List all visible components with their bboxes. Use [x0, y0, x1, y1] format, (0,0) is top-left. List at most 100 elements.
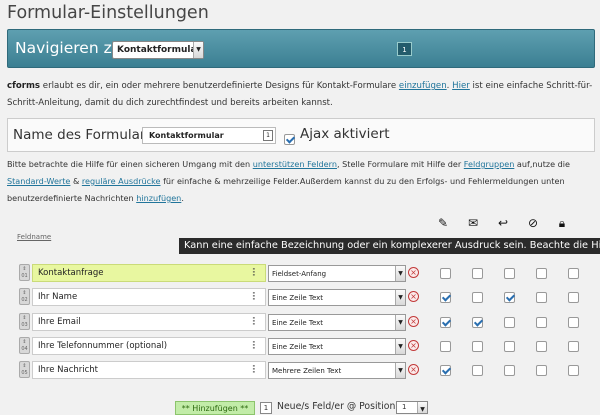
navigation-label: Navigieren zu: [15, 39, 122, 57]
delete-field-icon[interactable]: ×: [408, 340, 419, 351]
fieldgroups-link[interactable]: Feldgruppen: [464, 159, 515, 169]
chevron-down-icon: ▼: [395, 290, 405, 305]
field-option-checkbox[interactable]: [504, 317, 515, 328]
field-settings-icon[interactable]: ⫶⫶: [252, 339, 255, 353]
field-option-checkbox[interactable]: [440, 365, 451, 376]
drag-handle[interactable]: ⇕ 02: [19, 288, 30, 305]
field-type-value: Fieldset-Anfang: [272, 270, 327, 278]
field-number: 05: [21, 370, 28, 376]
form-name-bar: Name des Formulars Kontaktformular 1 Aja…: [7, 118, 595, 152]
field-option-checkbox[interactable]: [536, 268, 547, 279]
chevron-down-icon: ▼: [395, 315, 405, 330]
ajax-checkbox[interactable]: [284, 134, 295, 145]
nav-counter-badge[interactable]: 1: [397, 42, 412, 56]
navigation-bar: Navigieren zu Kontaktformular ▼ 1: [7, 29, 595, 68]
field-option-checkbox[interactable]: [472, 317, 483, 328]
drag-handle[interactable]: ⇕ 05: [19, 361, 30, 378]
field-option-checkbox[interactable]: [504, 341, 515, 352]
field-type-select[interactable]: Fieldset-Anfang ▼: [268, 265, 406, 282]
field-option-checkbox[interactable]: [504, 268, 515, 279]
field-row: ⇕ 03 Ihre Email ⫶⫶ Eine Zeile Text ▼ ×: [16, 313, 596, 333]
feldname-column-header[interactable]: Feldname: [17, 233, 51, 241]
field-label-input[interactable]: Ihre Email: [32, 313, 266, 331]
page-title: Formular-Einstellungen: [7, 3, 209, 23]
add-field-button[interactable]: ** Hinzufügen **: [175, 401, 255, 415]
field-option-checkbox[interactable]: [568, 292, 579, 303]
drag-handle[interactable]: ⇕ 03: [19, 313, 30, 330]
field-label-input[interactable]: Ihr Name: [32, 288, 266, 306]
field-row: ⇕ 01 Kontaktanfrage ⫶⫶ Fieldset-Anfang ▼ ×: [16, 264, 596, 284]
supported-fields-link[interactable]: unterstützen Feldern: [253, 159, 337, 169]
chevron-down-icon: ▼: [395, 339, 405, 354]
field-type-value: Mehrere Zeilen Text: [272, 367, 342, 375]
field-settings-icon[interactable]: ⫶⫶: [252, 290, 255, 304]
regex-link[interactable]: reguläre Ausdrücke: [82, 176, 161, 186]
field-type-select[interactable]: Eine Zeile Text ▼: [268, 338, 406, 355]
field-option-checkbox[interactable]: [504, 365, 515, 376]
field-option-checkbox[interactable]: [536, 365, 547, 376]
delete-field-icon[interactable]: ×: [408, 364, 419, 375]
envelope-icon[interactable]: ✉: [466, 216, 480, 230]
field-number: 01: [21, 273, 28, 279]
field-option-checkbox[interactable]: [568, 268, 579, 279]
field-option-checkbox[interactable]: [440, 317, 451, 328]
form-select-dropdown[interactable]: Kontaktformular ▼: [112, 41, 204, 59]
field-number: 03: [21, 322, 28, 328]
field-type-select[interactable]: Eine Zeile Text ▼: [268, 289, 406, 306]
form-name-label: Name des Formulars: [13, 127, 153, 143]
delete-field-icon[interactable]: ×: [408, 267, 419, 278]
field-type-value: Eine Zeile Text: [272, 319, 324, 327]
field-option-checkbox[interactable]: [504, 292, 515, 303]
add-count-input[interactable]: 1: [260, 402, 272, 414]
brand-name: cforms: [7, 81, 41, 91]
field-number: 04: [21, 346, 28, 352]
ajax-label: Ajax aktiviert: [300, 126, 390, 142]
field-option-checkbox[interactable]: [568, 341, 579, 352]
add-messages-link[interactable]: hinzufügen: [136, 193, 181, 203]
position-select[interactable]: 1 ▼: [396, 401, 428, 414]
chevron-down-icon: ▼: [417, 402, 427, 413]
insert-link[interactable]: einzufügen: [399, 81, 447, 91]
field-option-checkbox[interactable]: [440, 292, 451, 303]
field-option-checkbox[interactable]: [568, 365, 579, 376]
help-text-part: Bitte betrachte die Hilfe für einen sich…: [7, 159, 253, 169]
intro-text: cforms erlaubt es dir, ein oder mehrere …: [7, 78, 593, 112]
field-option-checkbox[interactable]: [472, 365, 483, 376]
field-option-checkbox[interactable]: [568, 317, 579, 328]
drag-handle[interactable]: ⇕ 04: [19, 337, 30, 354]
field-label-input[interactable]: Kontaktanfrage: [32, 264, 266, 282]
field-settings-icon[interactable]: ⫶⫶: [252, 315, 255, 329]
field-type-select[interactable]: Mehrere Zeilen Text ▼: [268, 362, 406, 379]
field-label-input[interactable]: Ihre Nachricht: [32, 361, 266, 379]
form-name-input[interactable]: Kontaktformular 1: [142, 127, 276, 144]
delete-field-icon[interactable]: ×: [408, 291, 419, 302]
block-icon[interactable]: ⊘: [526, 216, 540, 230]
field-option-checkbox[interactable]: [472, 292, 483, 303]
field-option-checkbox[interactable]: [440, 341, 451, 352]
reply-icon[interactable]: ↩: [496, 216, 510, 230]
field-option-checkbox[interactable]: [472, 341, 483, 352]
field-label-input[interactable]: Ihre Telefonnummer (optional): [32, 337, 266, 355]
lock-icon[interactable]: 🔒︎: [555, 216, 569, 230]
field-option-checkbox[interactable]: [440, 268, 451, 279]
default-values-link[interactable]: Standard-Werte: [7, 176, 70, 186]
field-option-checkbox[interactable]: [536, 292, 547, 303]
chevron-down-icon: ▼: [395, 266, 405, 281]
intro-text-part: erlaubt es dir, ein oder mehrere benutze…: [40, 81, 399, 91]
guide-link[interactable]: Hier: [452, 81, 470, 91]
field-type-select[interactable]: Eine Zeile Text ▼: [268, 314, 406, 331]
delete-field-icon[interactable]: ×: [408, 316, 419, 327]
field-settings-icon[interactable]: ⫶⫶: [252, 266, 255, 280]
edit-icon[interactable]: ✎: [436, 216, 450, 230]
tooltip: Kann eine einfache Bezeichnung oder ein …: [179, 238, 600, 254]
field-option-checkbox[interactable]: [536, 317, 547, 328]
field-row: ⇕ 05 Ihre Nachricht ⫶⫶ Mehrere Zeilen Text ▼ ×: [16, 361, 596, 381]
field-settings-icon[interactable]: ⫶⫶: [252, 363, 255, 377]
field-type-value: Eine Zeile Text: [272, 294, 324, 302]
field-option-checkbox[interactable]: [472, 268, 483, 279]
field-option-checkbox[interactable]: [536, 341, 547, 352]
position-value: 1: [402, 403, 407, 411]
drag-handle[interactable]: ⇕ 01: [19, 264, 30, 281]
field-type-value: Eine Zeile Text: [272, 343, 324, 351]
help-text-part: , Stelle Formulare mit Hilfe der: [336, 159, 464, 169]
